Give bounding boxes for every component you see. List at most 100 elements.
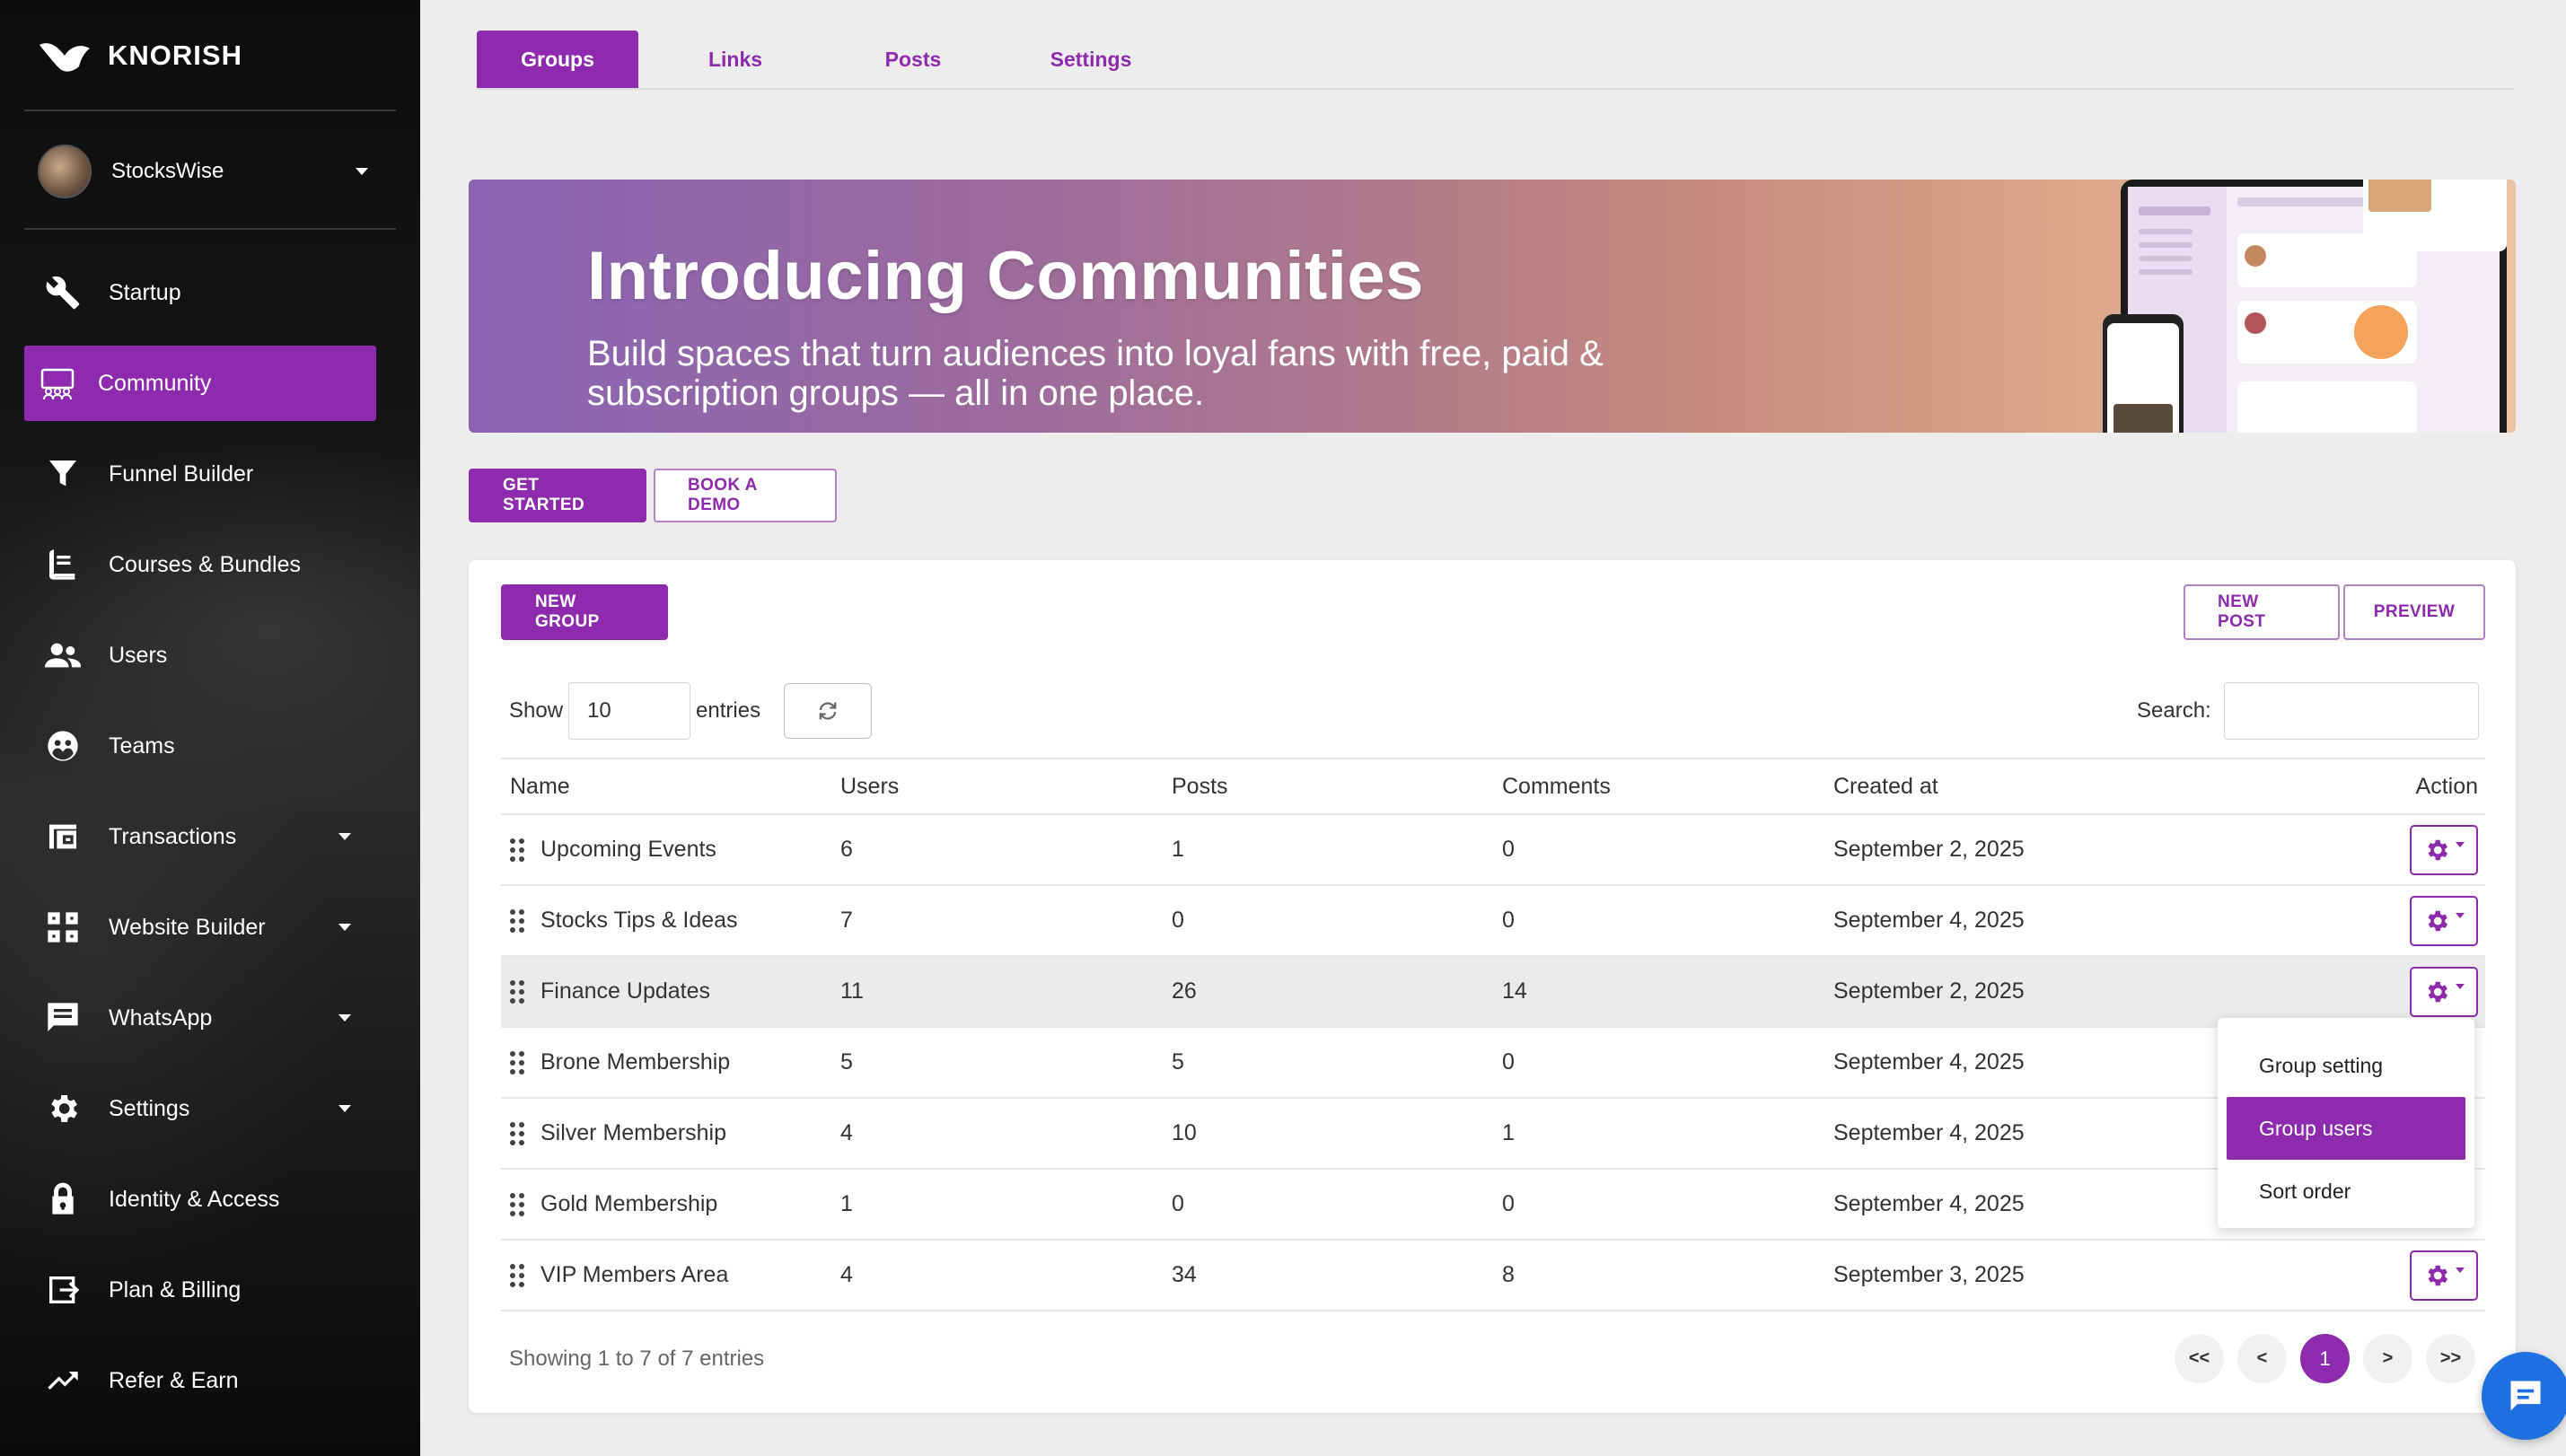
drag-handle-icon[interactable] [510,1263,524,1287]
sidebar-item-users[interactable]: Users [24,618,376,693]
sidebar-item-funnel-builder[interactable]: Funnel Builder [24,436,376,512]
table-row: Gold Membership 1 0 0 September 4, 2025 [501,1169,2485,1240]
table-row: Upcoming Events 6 1 0 September 2, 2025 [501,814,2485,885]
group-name: VIP Members Area [540,1262,729,1287]
users-icon [44,636,82,674]
device-mockup-image [2103,180,2507,433]
sidebar-item-settings[interactable]: Settings [24,1071,376,1146]
group-comments: 1 [1502,1120,1515,1145]
billing-icon [44,1271,82,1309]
gear-icon [2428,839,2447,860]
page-size-select[interactable]: 10 [568,682,691,740]
page-1-button[interactable]: 1 [2300,1334,2350,1383]
funnel-icon [44,455,82,493]
sidebar-item-website-builder[interactable]: Website Builder [24,890,376,965]
sidebar-nav: Startup Community Funnel Builder Courses… [24,255,376,1434]
sidebar-item-label: Courses & Bundles [109,551,302,577]
table-row: Silver Membership 4 10 1 September 4, 20… [501,1098,2485,1169]
chevron-down-icon [2456,1267,2465,1273]
col-comments[interactable]: Comments [1493,759,1824,814]
chat-icon [2510,1381,2541,1411]
group-created: September 2, 2025 [1833,978,2025,1004]
group-name: Finance Updates [540,978,711,1004]
groups-card: NEW GROUP NEW POST PREVIEW Show 10 entri… [469,560,2516,1413]
brand[interactable]: KNORISH [38,34,242,77]
menu-item-sort-order[interactable]: Sort order [2227,1160,2465,1223]
col-users[interactable]: Users [831,759,1163,814]
tab-links[interactable]: Links [655,31,816,88]
tab-posts[interactable]: Posts [832,31,994,88]
group-created: September 3, 2025 [1833,1262,2025,1287]
drag-handle-icon[interactable] [510,1192,524,1216]
group-created: September 2, 2025 [1833,837,2025,862]
new-post-button[interactable]: NEW POST [2184,584,2340,640]
sidebar-item-transactions[interactable]: Transactions [24,799,376,874]
sidebar-item-identity-access[interactable]: Identity & Access [24,1162,376,1237]
pagination: << < 1 > >> [2175,1334,2475,1383]
tab-groups[interactable]: Groups [477,31,638,88]
menu-item-group-users[interactable]: Group users [2227,1097,2465,1160]
search-input[interactable] [2223,682,2479,740]
lock-icon [44,1180,82,1218]
menu-item-group-setting[interactable]: Group setting [2227,1034,2465,1097]
group-name: Upcoming Events [540,837,716,862]
next-page-button[interactable]: > [2363,1334,2412,1383]
refresh-button[interactable] [784,683,873,739]
sidebar-item-whatsapp[interactable]: WhatsApp [24,980,376,1056]
chevron-down-icon [338,924,351,931]
new-group-button[interactable]: NEW GROUP [501,584,668,640]
prev-page-button[interactable]: < [2237,1334,2287,1383]
account-name: StocksWise [111,159,224,183]
preview-button[interactable]: PREVIEW [2343,584,2485,640]
refresh-icon [819,702,837,720]
group-created: September 4, 2025 [1833,1049,2025,1074]
drag-handle-icon[interactable] [510,838,524,862]
table-row: Finance Updates 11 26 14 September 2, 20… [501,956,2485,1027]
entries-label: entries [696,698,761,723]
sidebar-item-teams[interactable]: Teams [24,708,376,784]
group-posts: 5 [1172,1049,1184,1074]
message-icon [44,999,82,1037]
group-created: September 4, 2025 [1833,1120,2025,1145]
gear-icon [44,1090,82,1127]
book-demo-button[interactable]: BOOK A DEMO [654,469,837,522]
chevron-down-icon [2456,983,2465,989]
first-page-button[interactable]: << [2175,1334,2224,1383]
teams-icon [44,727,82,765]
col-created-at[interactable]: Created at [1824,759,2155,814]
get-started-button[interactable]: GET STARTED [469,469,646,522]
drag-handle-icon[interactable] [510,908,524,933]
divider [24,228,396,230]
chevron-down-icon [338,1014,351,1022]
brand-name: KNORISH [108,39,242,71]
row-action-button[interactable] [2410,895,2478,946]
row-action-button[interactable] [2410,824,2478,875]
sidebar-item-startup[interactable]: Startup [24,255,376,330]
account-switcher[interactable]: StocksWise [38,144,368,199]
row-action-button[interactable] [2410,966,2478,1017]
banner-title: Introducing Communities [587,238,1424,314]
tab-settings[interactable]: Settings [1010,31,1172,88]
row-action-button[interactable] [2410,1250,2478,1301]
promo-banner: Introducing Communities Build spaces tha… [469,180,2516,433]
cta-row: GET STARTED BOOK A DEMO [469,469,837,522]
sidebar-item-courses-bundles[interactable]: Courses & Bundles [24,527,376,602]
sidebar-item-label: Transactions [109,823,237,849]
drag-handle-icon[interactable] [510,1121,524,1145]
group-users: 4 [840,1262,853,1287]
drag-handle-icon[interactable] [510,979,524,1004]
show-label: Show [509,698,564,723]
last-page-button[interactable]: >> [2426,1334,2475,1383]
drag-handle-icon[interactable] [510,1050,524,1074]
sidebar-item-community[interactable]: Community [24,346,376,421]
sidebar-item-plan-billing[interactable]: Plan & Billing [24,1252,376,1328]
sidebar-item-refer-earn[interactable]: Refer & Earn [24,1343,376,1418]
group-comments: 0 [1502,1191,1515,1216]
avatar [38,145,92,198]
chevron-down-icon [356,168,368,175]
col-name[interactable]: Name [501,759,831,814]
divider [24,110,396,111]
col-posts[interactable]: Posts [1163,759,1493,814]
sidebar-item-label: Community [98,370,212,396]
chat-button[interactable] [2482,1352,2566,1440]
